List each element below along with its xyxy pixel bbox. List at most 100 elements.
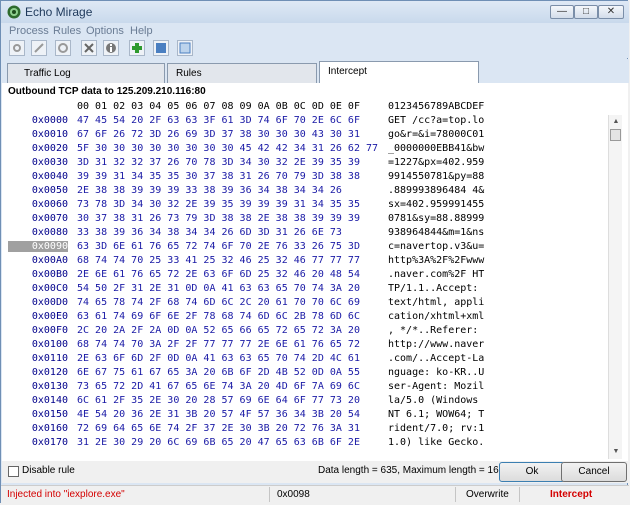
hex-row-bytes[interactable]: 63 3D 6E 61 76 65 72 74 6F 70 2E 76 33 2… xyxy=(77,241,360,252)
hex-row[interactable]: 0x0140 6C 61 2F 35 2E 30 20 28 57 69 6E 6… xyxy=(8,395,608,409)
menu-rules[interactable]: Rules xyxy=(53,25,81,37)
hex-row-bytes[interactable]: 39 39 31 34 35 35 30 37 38 31 26 70 79 3… xyxy=(77,171,360,182)
hex-row-bytes[interactable]: 2E 63 6F 6D 2F 0D 0A 41 63 63 65 70 74 2… xyxy=(77,353,360,364)
hex-row-bytes[interactable]: 63 61 74 69 6F 6E 2F 78 68 74 6D 6C 2B 7… xyxy=(77,311,360,322)
hex-row-bytes[interactable]: 47 45 54 20 2F 63 63 3F 61 3D 74 6F 70 2… xyxy=(77,115,360,126)
hex-row-ascii[interactable]: 0781&sy=88.88999 xyxy=(388,213,484,224)
hex-row[interactable]: 0x0050 2E 38 38 39 39 39 33 38 39 36 34 3… xyxy=(8,185,608,199)
close-button[interactable]: ✕ xyxy=(598,5,624,19)
hex-row[interactable]: 0x00D0 74 65 78 74 2F 68 74 6D 6C 2C 20 6… xyxy=(8,297,608,311)
connection-label: Outbound TCP data to 125.209.210.116:80 xyxy=(8,86,206,97)
hex-row[interactable]: 0x0110 2E 63 6F 6D 2F 0D 0A 41 63 63 65 7… xyxy=(8,353,608,367)
hex-row-ascii[interactable]: 9914550781&py=88 xyxy=(388,171,484,182)
hex-row[interactable]: 0x00B0 2E 6E 61 76 65 72 2E 63 6F 6D 25 3… xyxy=(8,269,608,283)
hex-row[interactable]: 0x0020 5F 30 30 30 30 30 30 30 30 45 42 4… xyxy=(8,143,608,157)
hex-row-bytes[interactable]: 3D 31 32 32 37 26 70 78 3D 34 30 32 2E 3… xyxy=(77,157,360,168)
hex-row-ascii[interactable]: , */*..Referer: xyxy=(388,325,484,336)
hex-row[interactable]: 0x0040 39 39 31 34 35 35 30 37 38 31 26 7… xyxy=(8,171,608,185)
hex-row-ascii[interactable]: TP/1.1..Accept: xyxy=(388,283,484,294)
hex-row[interactable]: 0x0130 73 65 72 2D 41 67 65 6E 74 3A 20 4… xyxy=(8,381,608,395)
hex-row[interactable]: 0x0000 47 45 54 20 2F 63 63 3F 61 3D 74 6… xyxy=(8,115,608,129)
hex-row-bytes[interactable]: 54 50 2F 31 2E 31 0D 0A 41 63 63 65 70 7… xyxy=(77,283,360,294)
menu-help[interactable]: Help xyxy=(130,25,153,37)
hex-row-bytes[interactable]: 74 65 78 74 2F 68 74 6D 6C 2C 20 61 70 7… xyxy=(77,297,360,308)
menu-options[interactable]: Options xyxy=(86,25,124,37)
toolbar-button-new[interactable] xyxy=(9,40,25,56)
minimize-button[interactable]: — xyxy=(550,5,574,19)
hex-row-ascii[interactable]: c=navertop.v3&u= xyxy=(388,241,484,252)
hex-row-bytes[interactable]: 72 69 64 65 6E 74 2F 37 2E 30 3B 20 72 7… xyxy=(77,423,360,434)
hex-row[interactable]: 0x0090 63 3D 6E 61 76 65 72 74 6F 70 2E 7… xyxy=(8,241,608,255)
hex-row-ascii[interactable]: _0000000EBB41&bw xyxy=(388,143,484,154)
toolbar-button-delete[interactable] xyxy=(81,40,97,56)
hex-row-bytes[interactable]: 68 74 74 70 25 33 41 25 32 46 25 32 46 7… xyxy=(77,255,360,266)
hex-row[interactable]: 0x00F0 2C 20 2A 2F 2A 0D 0A 52 65 66 65 7… xyxy=(8,325,608,339)
hex-row-bytes[interactable]: 31 2E 30 29 20 6C 69 6B 65 20 47 65 63 6… xyxy=(77,437,360,448)
hex-row-ascii[interactable]: text/html, appli xyxy=(388,297,484,308)
hex-row-ascii[interactable]: 1.0) like Gecko. xyxy=(388,437,484,448)
hex-row[interactable]: 0x0010 67 6F 26 72 3D 26 69 3D 37 38 30 3… xyxy=(8,129,608,143)
hex-row-offset: 0x0100 xyxy=(31,339,68,350)
hex-row-ascii[interactable]: 938964844&m=1&ns xyxy=(388,227,484,238)
hex-row-bytes[interactable]: 33 38 39 36 34 38 34 34 26 6D 3D 31 26 6… xyxy=(77,227,342,238)
hex-row-ascii[interactable]: .889993896484 4& xyxy=(388,185,484,196)
hex-row[interactable]: 0x0120 6E 67 75 61 67 65 3A 20 6B 6F 2D 4… xyxy=(8,367,608,381)
vertical-scrollbar[interactable]: ▲ ▼ xyxy=(608,115,622,459)
hex-row[interactable]: 0x0150 4E 54 20 36 2E 31 3B 20 57 4F 57 3… xyxy=(8,409,608,423)
hex-row-ascii[interactable]: NT 6.1; WOW64; T xyxy=(388,409,484,420)
hex-row-bytes[interactable]: 6C 61 2F 35 2E 30 20 28 57 69 6E 64 6F 7… xyxy=(77,395,360,406)
hex-row-bytes[interactable]: 73 78 3D 34 30 32 2E 39 35 39 39 39 31 3… xyxy=(77,199,360,210)
hex-row[interactable]: 0x0170 31 2E 30 29 20 6C 69 6B 65 20 47 6… xyxy=(8,437,608,451)
toolbar-button-info[interactable] xyxy=(103,40,119,56)
hex-row[interactable]: 0x0080 33 38 39 36 34 38 34 34 26 6D 3D 3… xyxy=(8,227,608,241)
maximize-button[interactable]: □ xyxy=(574,5,598,19)
disable-rule-checkbox[interactable] xyxy=(8,466,19,477)
hex-row-bytes[interactable]: 30 37 38 31 26 73 79 3D 38 38 2E 38 38 3… xyxy=(77,213,360,224)
scroll-thumb[interactable] xyxy=(610,129,621,141)
hex-row-ascii[interactable]: rident/7.0; rv:1 xyxy=(388,423,484,434)
ok-button[interactable]: Ok xyxy=(499,462,565,482)
toolbar-button-refresh[interactable] xyxy=(55,40,71,56)
hex-row[interactable]: 0x00E0 63 61 74 69 6F 6E 2F 78 68 74 6D 6… xyxy=(8,311,608,325)
hex-row[interactable]: 0x0070 30 37 38 31 26 73 79 3D 38 38 2E 3… xyxy=(8,213,608,227)
hex-row-bytes[interactable]: 6E 67 75 61 67 65 3A 20 6B 6F 2D 4B 52 0… xyxy=(77,367,360,378)
hex-row-ascii[interactable]: http%3A%2F%2Fwww xyxy=(388,255,484,266)
menu-process[interactable]: Process xyxy=(9,25,49,37)
hex-row-bytes[interactable]: 2E 38 38 39 39 39 33 38 39 36 34 38 34 3… xyxy=(77,185,342,196)
scroll-down-icon[interactable]: ▼ xyxy=(609,445,623,459)
tab-intercept[interactable]: Intercept xyxy=(319,61,479,83)
hex-row[interactable]: 0x0100 68 74 74 70 3A 2F 2F 77 77 77 2E 6… xyxy=(8,339,608,353)
hex-row[interactable]: 0x00A0 68 74 74 70 25 33 41 25 32 46 25 3… xyxy=(8,255,608,269)
hex-row-ascii[interactable]: la/5.0 (Windows xyxy=(388,395,484,406)
hex-row-ascii[interactable]: nguage: ko-KR..U xyxy=(388,367,484,378)
hex-row-ascii[interactable]: .com/..Accept-La xyxy=(388,353,484,364)
hex-row-ascii[interactable]: .naver.com%2F HT xyxy=(388,269,484,280)
tab-traffic-log[interactable]: Traffic Log xyxy=(7,63,165,83)
cancel-button[interactable]: Cancel xyxy=(561,462,627,482)
tab-rules[interactable]: Rules xyxy=(167,63,317,83)
hex-row-bytes[interactable]: 4E 54 20 36 2E 31 3B 20 57 4F 57 36 34 3… xyxy=(77,409,360,420)
toolbar-button-add[interactable] xyxy=(129,40,145,56)
hex-row[interactable]: 0x0160 72 69 64 65 6E 74 2F 37 2E 30 3B 2… xyxy=(8,423,608,437)
hex-row[interactable]: 0x0030 3D 31 32 32 37 26 70 78 3D 34 30 3… xyxy=(8,157,608,171)
hex-editor[interactable]: 0x0000 47 45 54 20 2F 63 63 3F 61 3D 74 6… xyxy=(8,115,608,459)
hex-row-ascii[interactable]: cation/xhtml+xml xyxy=(388,311,484,322)
hex-row-bytes[interactable]: 68 74 74 70 3A 2F 2F 77 77 77 2E 6E 61 7… xyxy=(77,339,360,350)
hex-row-ascii[interactable]: ser-Agent: Mozil xyxy=(388,381,484,392)
hex-row-bytes[interactable]: 67 6F 26 72 3D 26 69 3D 37 38 30 30 30 4… xyxy=(77,129,360,140)
toolbar-button-edit[interactable] xyxy=(31,40,47,56)
hex-row[interactable]: 0x00C0 54 50 2F 31 2E 31 0D 0A 41 63 63 6… xyxy=(8,283,608,297)
hex-row-bytes[interactable]: 2E 6E 61 76 65 72 2E 63 6F 6D 25 32 46 2… xyxy=(77,269,360,280)
toolbar-button-text-view[interactable] xyxy=(177,40,193,56)
hex-row-ascii[interactable]: GET /cc?a=top.lo xyxy=(388,115,484,126)
hex-row-ascii[interactable]: sx=402.959991455 xyxy=(388,199,484,210)
hex-row[interactable]: 0x0060 73 78 3D 34 30 32 2E 39 35 39 39 3… xyxy=(8,199,608,213)
scroll-up-icon[interactable]: ▲ xyxy=(609,115,623,129)
hex-row-ascii[interactable]: =1227&px=402.959 xyxy=(388,157,484,168)
hex-row-bytes[interactable]: 73 65 72 2D 41 67 65 6E 74 3A 20 4D 6F 7… xyxy=(77,381,360,392)
hex-row-bytes[interactable]: 2C 20 2A 2F 2A 0D 0A 52 65 66 65 72 65 7… xyxy=(77,325,360,336)
toolbar-button-hex-view[interactable] xyxy=(153,40,169,56)
hex-row-ascii[interactable]: http://www.naver xyxy=(388,339,484,350)
hex-row-bytes[interactable]: 5F 30 30 30 30 30 30 30 30 45 42 42 34 3… xyxy=(77,143,378,154)
hex-row-ascii[interactable]: go&r=&i=78000C01 xyxy=(388,129,484,140)
